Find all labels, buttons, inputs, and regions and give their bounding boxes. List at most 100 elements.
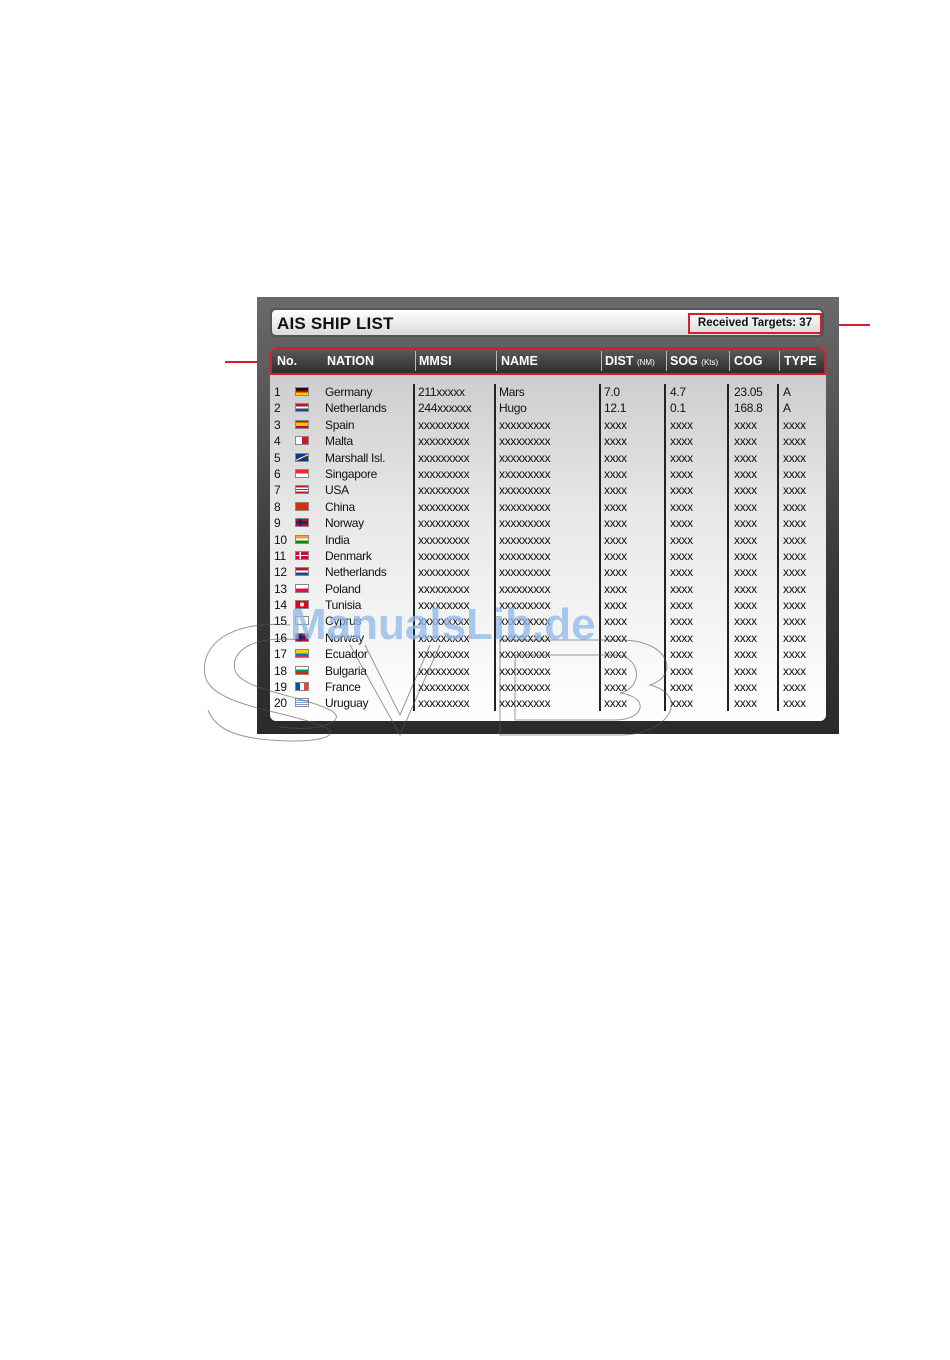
table-row[interactable]: 13 Poland xxxxxxxxx xxxxxxxxx xxxx xxxx xxxx xx… bbox=[270, 581, 826, 597]
row-number: 3 bbox=[274, 417, 281, 432]
type-cell: xxxx bbox=[783, 696, 806, 711]
usa-flag-icon bbox=[295, 485, 309, 495]
table-row[interactable]: 7 USA xxxxxxxxx xxxxxxxxx xxxx xxxx xxxx xxxx bbox=[270, 482, 826, 498]
column-header-dist[interactable]: DIST (NM) bbox=[605, 353, 655, 369]
type-cell: xxxx bbox=[783, 581, 806, 596]
nation-cell: Denmark bbox=[325, 548, 372, 563]
sog-cell: xxxx bbox=[670, 499, 693, 514]
name-cell: xxxxxxxxx bbox=[499, 516, 551, 531]
mmsi-cell: xxxxxxxxx bbox=[418, 581, 470, 596]
column-header-no[interactable]: No. bbox=[277, 353, 297, 369]
sog-cell: xxxx bbox=[670, 434, 693, 449]
dist-cell: 7.0 bbox=[604, 385, 620, 399]
table-row[interactable]: 5 Marshall Isl. xxxxxxxxx xxxxxxxxx xxxx xxxx… bbox=[270, 450, 826, 466]
sog-cell: xxxx bbox=[670, 417, 693, 432]
cog-cell: 23.05 bbox=[734, 385, 763, 399]
name-cell: Hugo bbox=[499, 401, 527, 416]
table-header: No. NATION MMSI NAME DIST (NM) SOG (Kts)… bbox=[270, 347, 826, 375]
cog-cell: xxxx bbox=[734, 680, 757, 695]
cog-cell: xxxx bbox=[734, 598, 757, 613]
page-title: AIS SHIP LIST bbox=[277, 314, 394, 333]
type-cell: A bbox=[783, 385, 791, 399]
germany-flag-icon bbox=[295, 387, 309, 396]
row-number: 11 bbox=[274, 548, 286, 563]
row-number: 12 bbox=[274, 565, 287, 580]
table-row[interactable]: 9 Norway xxxxxxxxx xxxxxxxxx xxxx xxxx xxxx xxx… bbox=[270, 515, 826, 531]
cog-cell: 168.8 bbox=[734, 401, 763, 416]
cog-cell: xxxx bbox=[734, 614, 757, 629]
nation-cell: India bbox=[325, 532, 350, 547]
cog-cell: xxxx bbox=[734, 417, 757, 432]
mmsi-cell: xxxxxxxxx bbox=[418, 548, 470, 563]
cog-cell: xxxx bbox=[734, 516, 757, 531]
row-number: 1 bbox=[274, 385, 281, 399]
cog-cell: xxxx bbox=[734, 581, 757, 596]
column-header-nation[interactable]: NATION bbox=[327, 353, 374, 369]
type-cell: xxxx bbox=[783, 417, 806, 432]
row-number: 10 bbox=[274, 532, 287, 547]
nation-cell: Germany bbox=[325, 385, 373, 399]
nation-cell: Poland bbox=[325, 581, 361, 596]
column-header-name[interactable]: NAME bbox=[501, 353, 538, 369]
mmsi-cell: 211xxxxx bbox=[418, 385, 465, 399]
row-number: 14 bbox=[274, 598, 287, 613]
row-number: 4 bbox=[274, 434, 281, 449]
type-cell: xxxx bbox=[783, 630, 806, 645]
table-row[interactable]: 11 Denmark xxxxxxxxx xxxxxxxxx xxxx xxxx xxxx x… bbox=[270, 548, 826, 564]
name-cell: xxxxxxxxx bbox=[499, 434, 551, 449]
table-row[interactable]: 3 Spain xxxxxxxxx xxxxxxxxx xxxx xxxx xxxx xxxx bbox=[270, 417, 826, 433]
sog-cell: xxxx bbox=[670, 483, 693, 498]
received-targets-badge: Received Targets: 37 bbox=[688, 313, 822, 334]
mmsi-cell: xxxxxxxxx bbox=[418, 516, 470, 531]
nation-cell: Marshall Isl. bbox=[325, 450, 386, 465]
sog-cell: xxxx bbox=[670, 565, 693, 580]
sog-cell: xxxx bbox=[670, 466, 693, 481]
mmsi-cell: xxxxxxxxx bbox=[418, 499, 470, 514]
cog-cell: xxxx bbox=[734, 434, 757, 449]
china-flag-icon bbox=[295, 501, 309, 511]
name-cell: xxxxxxxxx bbox=[499, 581, 551, 596]
norway-flag-icon bbox=[295, 518, 309, 528]
dist-cell: xxxx bbox=[604, 450, 627, 465]
type-cell: xxxx bbox=[783, 647, 806, 662]
mmsi-cell: 244xxxxxx bbox=[418, 401, 472, 416]
table-row[interactable]: 6 Singapore xxxxxxxxx xxxxxxxxx xxxx xxxx xxxx… bbox=[270, 466, 826, 482]
cog-cell: xxxx bbox=[734, 630, 757, 645]
type-cell: xxxx bbox=[783, 483, 806, 498]
type-cell: A bbox=[783, 401, 791, 416]
row-number: 7 bbox=[274, 483, 281, 498]
type-cell: xxxx bbox=[783, 532, 806, 547]
column-header-type[interactable]: TYPE bbox=[784, 353, 817, 369]
column-header-sog[interactable]: SOG (Kts) bbox=[670, 353, 718, 369]
table-row[interactable]: 12 Netherlands xxxxxxxxx xxxxxxxxx xxxx xxxx x… bbox=[270, 564, 826, 580]
type-cell: xxxx bbox=[783, 499, 806, 514]
cog-cell: xxxx bbox=[734, 450, 757, 465]
table-row[interactable]: 4 Malta xxxxxxxxx xxxxxxxxx xxxx xxxx xxxx xxxx bbox=[270, 433, 826, 449]
table-row[interactable]: 2 Netherlands 244xxxxxx Hugo 12.1 0.1 168.8 A bbox=[270, 400, 826, 416]
column-header-cog[interactable]: COG bbox=[734, 353, 762, 369]
type-cell: xxxx bbox=[783, 434, 806, 449]
cog-cell: xxxx bbox=[734, 548, 757, 563]
watermark-outline-logo bbox=[203, 623, 672, 742]
mmsi-cell: xxxxxxxxx bbox=[418, 434, 470, 449]
type-cell: xxxx bbox=[783, 614, 806, 629]
name-cell: xxxxxxxxx bbox=[499, 499, 551, 514]
mmsi-cell: xxxxxxxxx bbox=[418, 450, 470, 465]
table-row[interactable]: 1 Germany 211xxxxx Mars 7.0 4.7 23.05 A bbox=[270, 384, 826, 400]
mmsi-cell: xxxxxxxxx bbox=[418, 532, 470, 547]
name-cell: xxxxxxxxx bbox=[499, 532, 551, 547]
nation-cell: Singapore bbox=[325, 466, 378, 481]
cog-cell: xxxx bbox=[734, 532, 757, 547]
sog-cell: xxxx bbox=[670, 516, 693, 531]
netherlands-flag-icon bbox=[295, 567, 309, 577]
nation-cell: Netherlands bbox=[325, 401, 387, 416]
dist-cell: xxxx bbox=[604, 548, 627, 563]
cog-cell: xxxx bbox=[734, 499, 757, 514]
dist-cell: xxxx bbox=[604, 499, 627, 514]
sog-cell: 4.7 bbox=[670, 385, 686, 399]
table-row[interactable]: 10 India xxxxxxxxx xxxxxxxxx xxxx xxxx xxxx xxx… bbox=[270, 532, 826, 548]
column-header-mmsi[interactable]: MMSI bbox=[419, 353, 452, 369]
dist-cell: xxxx bbox=[604, 417, 627, 432]
dist-unit: (NM) bbox=[636, 358, 655, 367]
table-row[interactable]: 8 China xxxxxxxxx xxxxxxxxx xxxx xxxx xxxx xxxx bbox=[270, 499, 826, 515]
